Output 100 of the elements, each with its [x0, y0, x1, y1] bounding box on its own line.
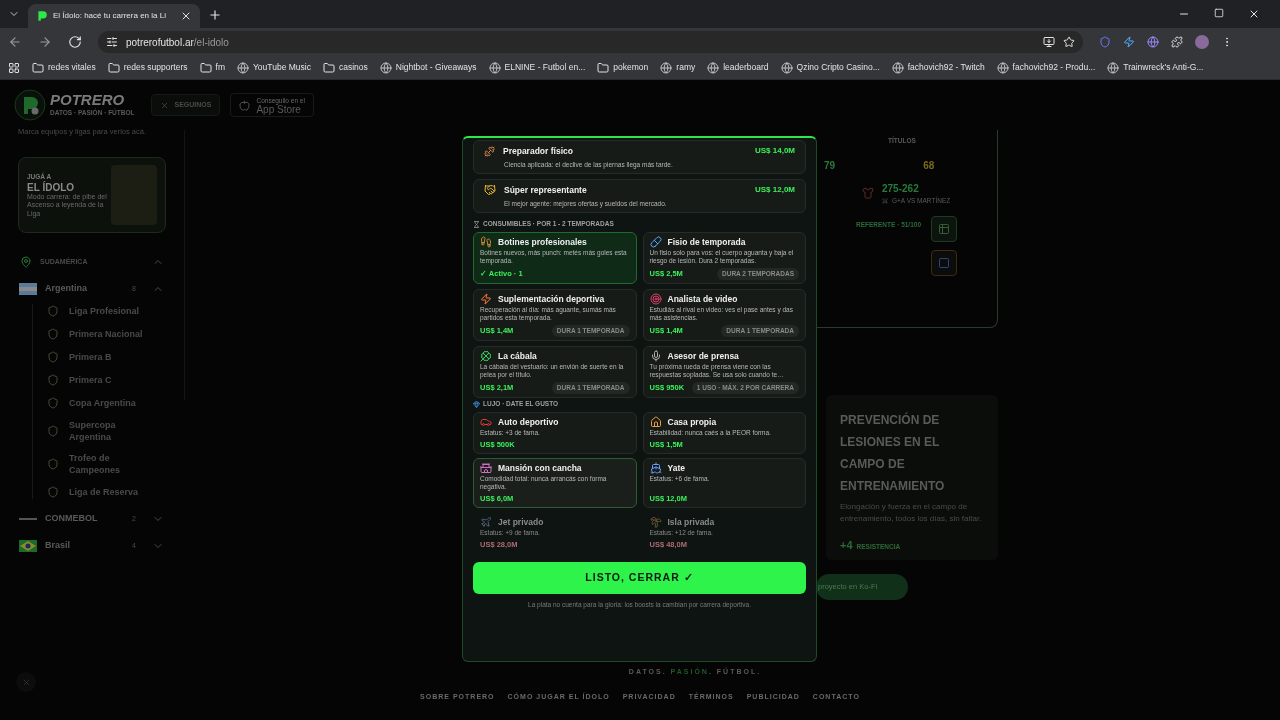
bookmark[interactable]: redes vitales	[32, 61, 96, 74]
promo-title: EL ÍDOLO	[27, 181, 76, 193]
apps-icon[interactable]	[8, 61, 20, 74]
site-icon	[488, 61, 501, 74]
site-icon	[379, 61, 392, 74]
bookmark[interactable]: ELNINE - Futbol en...	[488, 61, 586, 74]
item-title: Jet privado	[498, 515, 544, 528]
maximize-icon[interactable]	[1214, 8, 1224, 18]
folder-icon	[107, 61, 120, 74]
bookmark[interactable]: pokemon	[597, 61, 649, 74]
flag-icon	[19, 283, 37, 295]
site-icon	[891, 61, 904, 74]
extension-icon[interactable]	[1099, 36, 1111, 48]
browser-tab[interactable]: El Ídolo: hacé tu carrera en la Li	[28, 4, 200, 28]
article-title: PREVENCIÓN DE LESIONES EN EL CAMPO DE ENTRENAMIENTO	[840, 411, 946, 495]
folder-icon	[199, 61, 212, 74]
bookmark[interactable]: ramy	[660, 61, 696, 74]
item-icon	[649, 415, 662, 428]
item-title: Casa propia	[667, 415, 717, 428]
forward-icon[interactable]	[38, 35, 52, 49]
bookmark[interactable]: fachovich92 - Twitch	[891, 61, 985, 74]
site-icon	[660, 61, 673, 74]
item-title: Asesor de prensa	[667, 349, 739, 362]
shield-icon	[47, 425, 59, 437]
url-text: potrerofutbol.ar/el-idolo	[126, 35, 229, 50]
record-value: 275-262	[882, 181, 920, 196]
bookmark[interactable]: fachovich92 - Produ...	[996, 61, 1096, 74]
item-icon	[649, 292, 662, 305]
reload-icon[interactable]	[68, 35, 82, 49]
site-info-icon[interactable]	[106, 36, 118, 48]
item-title: Preparador físico	[503, 145, 574, 158]
shield-icon	[47, 328, 59, 340]
item-title: Suplementación deportiva	[498, 292, 605, 305]
item-icon	[480, 292, 492, 305]
folder-icon	[32, 61, 44, 74]
item-icon	[649, 515, 662, 528]
item-price: US$ 12,0M	[754, 184, 795, 197]
handshake-icon	[484, 184, 496, 197]
shield-icon	[47, 305, 59, 317]
site-favicon	[36, 10, 48, 22]
item-icon	[649, 349, 662, 362]
item-icon	[649, 461, 662, 474]
item-price: US$ 14,0M	[754, 145, 795, 158]
x-logo-icon	[21, 677, 31, 687]
item-icon	[480, 349, 492, 362]
bookmark[interactable]: leaderboard	[707, 61, 769, 74]
site-icon	[996, 61, 1009, 74]
item-title: Mansión con cancha	[498, 461, 582, 474]
shield-icon	[47, 397, 59, 409]
close-button[interactable]: LISTO, CERRAR ✓	[473, 561, 806, 594]
item-title: Auto deportivo	[498, 415, 559, 428]
back-icon[interactable]	[8, 35, 22, 49]
item-title: Isla privada	[667, 515, 715, 528]
folder-icon	[322, 61, 335, 74]
brand-name: POTRERO	[50, 92, 125, 109]
site-icon	[1107, 61, 1120, 74]
bonus-value: +4	[840, 538, 853, 553]
bookmark[interactable]: Trainwreck's Anti-G...	[1107, 61, 1204, 74]
site-icon	[780, 61, 793, 74]
item-title: Analista de video	[667, 292, 738, 305]
logo-icon	[14, 89, 46, 121]
item-title: Botines profesionales	[498, 235, 587, 248]
stat-value: 79	[824, 158, 836, 173]
flag-icon	[19, 540, 37, 552]
x-logo-icon	[159, 100, 169, 110]
new-tab-icon[interactable]	[208, 8, 222, 22]
bookmark[interactable]: Nightbot - Giveaways	[379, 61, 477, 74]
table-icon	[938, 222, 951, 235]
item-title: La cábala	[498, 349, 537, 362]
store-name: App Store	[256, 105, 301, 114]
bookmark[interactable]: casinos	[322, 61, 368, 74]
gem-icon	[473, 400, 480, 408]
bookmark[interactable]: Qzino Cripto Casino...	[780, 61, 880, 74]
item-title: Fisio de temporada	[667, 235, 746, 248]
swords-icon	[882, 197, 888, 204]
item-title: Yate	[667, 461, 685, 474]
extension-icon[interactable]	[1147, 36, 1159, 48]
install-icon[interactable]	[1043, 36, 1055, 48]
item-icon	[649, 235, 662, 248]
extensions-icon[interactable]	[1171, 36, 1183, 48]
stat-value: 68	[923, 158, 935, 173]
site-icon	[707, 61, 720, 74]
shield-icon	[47, 486, 59, 498]
bookmark[interactable]: fm	[199, 61, 225, 74]
close-tab-icon[interactable]	[180, 10, 192, 22]
item-icon	[480, 515, 492, 528]
close-window-icon[interactable]	[1248, 8, 1260, 20]
address-bar[interactable]: potrerofutbol.ar/el-idolo	[98, 31, 1083, 53]
map-icon	[20, 256, 32, 268]
bookmark[interactable]: redes supporters	[107, 61, 188, 74]
profile-avatar[interactable]	[1195, 35, 1209, 49]
table-button[interactable]	[931, 215, 958, 242]
item-icon	[480, 235, 492, 248]
bookmark-star-icon[interactable]	[1063, 36, 1075, 48]
shield-icon	[47, 458, 59, 470]
dumbbell-icon	[484, 145, 495, 157]
item-title: Súper representante	[504, 183, 588, 197]
shield-icon	[47, 351, 59, 363]
bookmark[interactable]: YouTube Music	[236, 61, 311, 74]
extension-icon[interactable]	[1123, 36, 1135, 48]
